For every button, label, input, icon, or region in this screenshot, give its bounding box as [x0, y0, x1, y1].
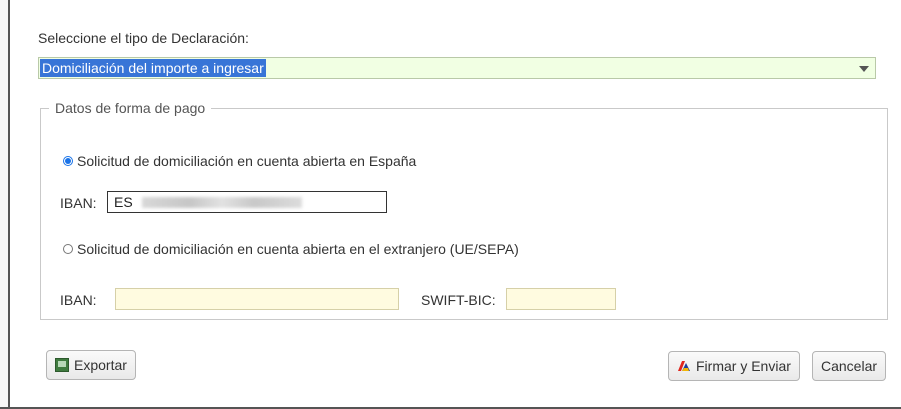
export-button-label: Exportar: [74, 357, 127, 373]
firma-icon: [678, 361, 690, 371]
payment-data-legend: Datos de forma de pago: [49, 100, 212, 116]
window-left-edge: [0, 0, 10, 409]
swift-bic-label: SWIFT-BIC:: [421, 292, 496, 308]
option-spain-label: Solicitud de domiciliación en cuenta abi…: [77, 153, 417, 169]
iban-spain-field[interactable]: ES: [107, 191, 387, 213]
iban-spain-label: IBAN:: [60, 195, 97, 211]
swift-bic-field[interactable]: [506, 288, 616, 310]
declaration-dialog: Seleccione el tipo de Declaración: Domic…: [12, 0, 901, 409]
redacted-iban-blur: [142, 197, 302, 208]
sign-and-send-button[interactable]: Firmar y Enviar: [668, 351, 800, 381]
chevron-down-icon[interactable]: [859, 66, 869, 72]
payment-data-fieldset: Datos de forma de pago Solicitud de domi…: [40, 100, 888, 320]
option-foreign-label: Solicitud de domiciliación en cuenta abi…: [77, 241, 519, 257]
cancel-button-label: Cancelar: [821, 358, 878, 374]
export-button[interactable]: Exportar: [46, 350, 136, 380]
option-spain-row[interactable]: Solicitud de domiciliación en cuenta abi…: [63, 153, 416, 169]
declaration-type-select[interactable]: Domiciliación del importe a ingresar: [38, 57, 876, 79]
export-icon: [55, 358, 69, 372]
iban-spain-value: ES: [114, 194, 133, 210]
option-foreign-radio[interactable]: [63, 244, 73, 254]
declaration-type-selected-value: Domiciliación del importe a ingresar: [40, 59, 266, 77]
iban-foreign-label: IBAN:: [60, 292, 97, 308]
cancel-button[interactable]: Cancelar: [812, 351, 887, 381]
iban-foreign-field[interactable]: [115, 288, 399, 310]
option-foreign-row[interactable]: Solicitud de domiciliación en cuenta abi…: [63, 241, 519, 257]
sign-and-send-label: Firmar y Enviar: [696, 358, 791, 374]
declaration-type-label: Seleccione el tipo de Declaración:: [38, 30, 249, 46]
option-spain-radio[interactable]: [63, 156, 73, 166]
